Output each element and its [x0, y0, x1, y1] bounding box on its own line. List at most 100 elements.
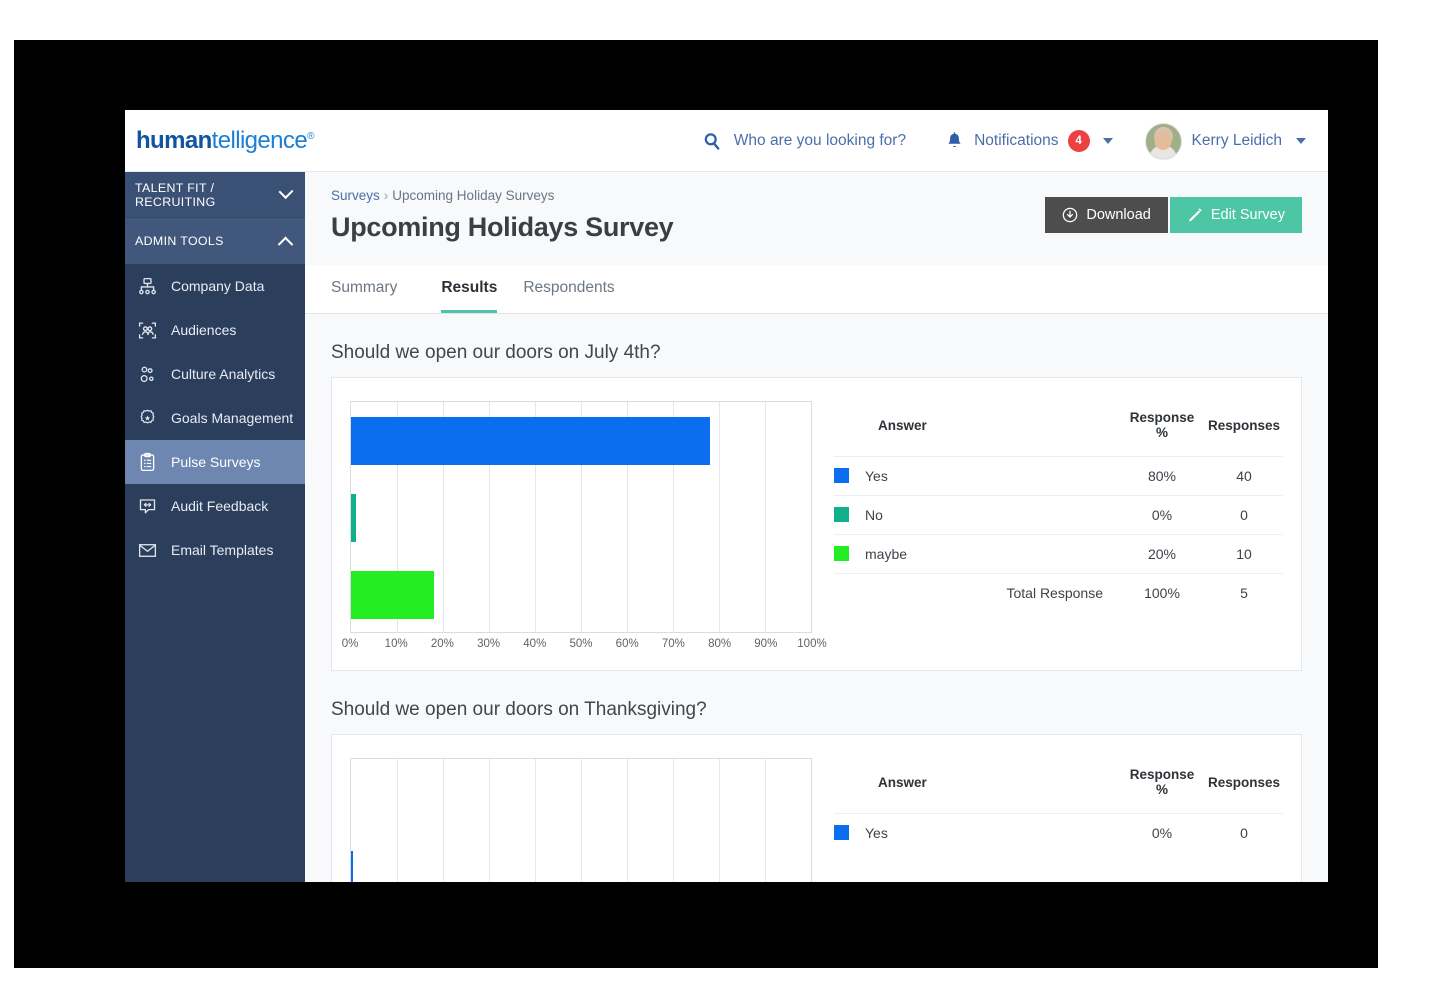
tab-results[interactable]: Results [441, 265, 498, 313]
sidebar-item-label: Culture Analytics [171, 366, 276, 382]
results-table: Answer Response% Responses Yes 80% 40 No 0% 0… [834, 410, 1283, 612]
legend-swatch [834, 507, 849, 522]
notifications-menu[interactable]: Notifications 4 [944, 130, 1113, 152]
table-body: Yes 0% 0 [834, 813, 1283, 852]
gridline [443, 759, 444, 882]
x-axis-tick: 30% [477, 638, 501, 650]
cell-response-pct: 20% [1119, 534, 1205, 574]
logo-bold-text: human [136, 127, 212, 154]
results-table-container: Answer Response% Responses Yes 80% 40 No 0% 0… [812, 392, 1301, 660]
column-header-response-pct: Response% [1129, 410, 1195, 440]
x-axis-tick: 20% [430, 638, 454, 650]
column-header-answer: Answer [878, 417, 927, 433]
global-search[interactable]: Who are you looking for? [702, 131, 906, 152]
x-axis-tick: 0% [341, 638, 359, 650]
results-table: Answer Response% Responses Yes 0% 0 [834, 767, 1283, 852]
clipboard-icon [140, 452, 155, 471]
tab-summary[interactable]: Summary [331, 265, 415, 313]
top-navigation-bar: humantelligence® Who are you looking for… [125, 110, 1328, 172]
user-menu[interactable]: Kerry Leidich [1144, 122, 1306, 160]
breadcrumb-separator: › [383, 188, 389, 203]
gridline [489, 759, 490, 882]
sidebar-item-label: Email Templates [171, 542, 274, 558]
cell-answer: Yes [834, 456, 1119, 496]
sidebar-group-label: ADMIN TOOLS [135, 234, 224, 248]
sidebar-item-email-templates[interactable]: Email Templates [125, 528, 305, 572]
edit-survey-button-label: Edit Survey [1210, 207, 1285, 223]
search-input[interactable]: Who are you looking for? [734, 132, 906, 150]
gridline [765, 402, 766, 632]
total-label: Total Response [834, 573, 1119, 612]
gridline [535, 759, 536, 882]
x-axis-tick: 100% [797, 638, 827, 650]
bar-maybe [351, 571, 434, 620]
legend-swatch [834, 468, 849, 483]
question-title: Should we open our doors on Thanksgiving… [331, 699, 707, 720]
cell-answer: No [834, 495, 1119, 535]
column-header-answer: Answer [878, 774, 927, 790]
cell-response-pct: 0% [1119, 813, 1205, 852]
cell-responses: 0 [1205, 495, 1283, 535]
cell-response-pct: 0% [1119, 495, 1205, 535]
user-name-label: Kerry Leidich [1191, 132, 1282, 149]
x-axis: 0% 10% 20% 30% 40% 50% 60% 70% 80% 90% 100% [342, 638, 827, 660]
cell-answer: Yes [834, 813, 1119, 852]
answer-label: maybe [865, 546, 908, 562]
total-response-pct: 100% [1119, 573, 1205, 612]
sidebar-item-label: Goals Management [171, 410, 294, 426]
gridline [627, 759, 628, 882]
application-window: humantelligence® Who are you looking for… [125, 110, 1328, 882]
answer-label: No [865, 507, 883, 523]
sidebar-item-goals-management[interactable]: Goals Management [125, 396, 305, 440]
x-axis-tick: 80% [708, 638, 732, 650]
page-header: Surveys › Upcoming Holiday Surveys Upcomin… [305, 172, 1328, 243]
main-content: Surveys › Upcoming Holiday Surveys Upcomin… [305, 172, 1328, 882]
avatar [1144, 122, 1182, 160]
sidebar-item-audit-feedback[interactable]: Audit Feedback [125, 484, 305, 528]
sidebar-item-audiences[interactable]: Audiences [125, 308, 305, 352]
header-actions: Download Edit Survey [1045, 197, 1302, 233]
bar-Yes [351, 416, 710, 465]
x-axis-tick: 50% [569, 638, 593, 650]
total-responses: 5 [1205, 573, 1283, 612]
audience-icon [138, 321, 157, 339]
sidebar-group-admin-tools[interactable]: ADMIN TOOLS [125, 218, 305, 264]
gridline [397, 759, 398, 882]
results-table-container: Answer Response% Responses Yes 0% 0 [812, 749, 1301, 882]
edit-survey-button[interactable]: Edit Survey [1169, 197, 1302, 233]
tab-respondents[interactable]: Respondents [523, 265, 632, 313]
cell-responses: 40 [1205, 456, 1283, 496]
bell-icon [948, 131, 961, 147]
table-row: No 0% 0 [834, 495, 1283, 535]
breadcrumb-link-surveys[interactable]: Surveys [331, 188, 380, 203]
chevron-up-icon [277, 236, 294, 252]
download-circle-icon [1063, 207, 1078, 223]
gridline [581, 759, 582, 882]
chart-container: 0% 10% 20% 30% 40% 50% 60% 70% 80% 90% 100% [332, 392, 827, 660]
sidebar-item-company-data[interactable]: Company Data [125, 264, 305, 308]
sidebar-item-label: Pulse Surveys [171, 454, 261, 470]
sidebar-group-talent-fit-recruiting[interactable]: TALENT FIT / RECRUITING [125, 172, 305, 218]
results-scroll-area[interactable]: Should we open our doors on July 4th? 0%… [305, 342, 1328, 882]
sidebar-item-culture-analytics[interactable]: Culture Analytics [125, 352, 305, 396]
brand-logo[interactable]: humantelligence® [136, 127, 314, 155]
breadcrumb-current: Upcoming Holiday Surveys [392, 188, 555, 203]
x-axis-tick: 10% [384, 638, 408, 650]
table-row: Yes 0% 0 [834, 813, 1283, 852]
cell-response-pct: 80% [1119, 456, 1205, 496]
sidebar-group-label: TALENT FIT / RECRUITING [135, 180, 216, 209]
notifications-badge: 4 [1067, 130, 1090, 152]
gridline [719, 402, 720, 632]
top-right-controls: Who are you looking for? Notifications 4… [702, 110, 1328, 172]
question-title: Should we open our doors on July 4th? [331, 342, 661, 363]
download-button[interactable]: Download [1045, 197, 1168, 233]
question-result-card: 0%10%20%30%40%50%60%70%80%90%100% Answer… [331, 377, 1302, 671]
legend-swatch [834, 546, 849, 561]
logo-light-text: telligence [211, 127, 308, 154]
sidebar-item-label: Audiences [171, 322, 237, 338]
pencil-icon [1188, 208, 1202, 222]
sidebar-item-pulse-surveys[interactable]: Pulse Surveys [125, 440, 305, 484]
feedback-bubble-icon [139, 498, 156, 513]
x-axis-tick: 60% [615, 638, 639, 650]
column-header-responses: Responses [1207, 417, 1281, 433]
